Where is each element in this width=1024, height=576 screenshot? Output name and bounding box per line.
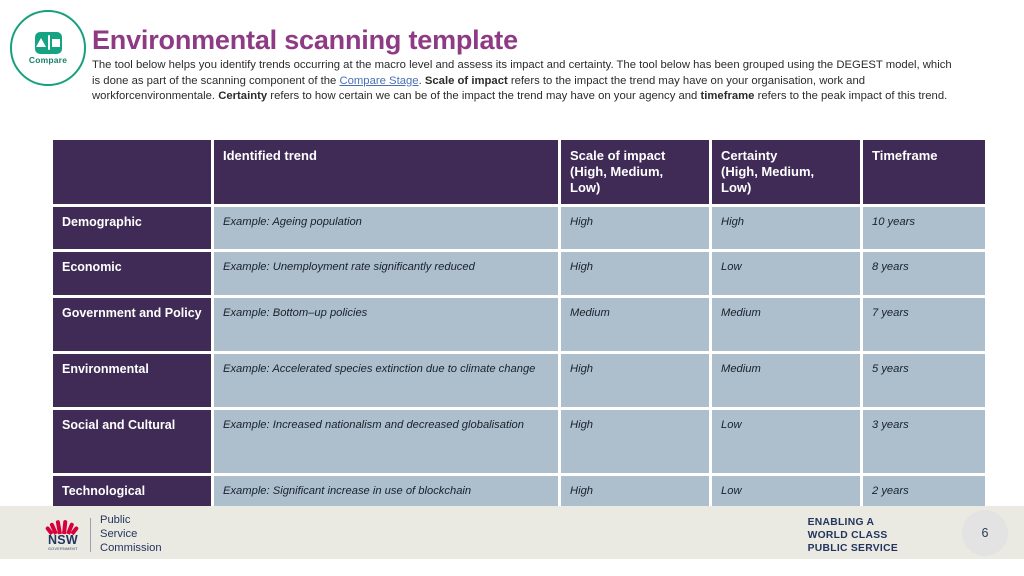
header-cell-category: [53, 140, 211, 204]
slide-header: Environmental scanning template The tool…: [92, 26, 972, 104]
row-identified-trend[interactable]: Example: Unemployment rate significantly…: [214, 251, 558, 295]
compare-balance-icon: [34, 31, 62, 54]
header-line-2: (High, Medium,: [721, 163, 815, 179]
row-certainty[interactable]: Medium: [712, 353, 860, 407]
row-category: Demographic: [53, 206, 211, 249]
tagline-line-2: WORLD CLASS: [807, 529, 888, 541]
row-scale-of-impact[interactable]: Medium: [561, 297, 709, 351]
page-number-badge: 6: [962, 510, 1008, 556]
row-identified-trend[interactable]: Example: Accelerated species extinction …: [214, 353, 558, 407]
vertical-bar-icon: [47, 35, 51, 51]
header-line-1: Scale of impact: [570, 148, 666, 163]
nsw-wordmark-block: NSW GOVERNMENT: [44, 518, 81, 552]
org-line-3: Commission: [100, 541, 162, 554]
logo-divider: [90, 517, 91, 552]
row-timeframe[interactable]: 8 years: [863, 251, 985, 295]
header-cell-identified-trend: Identified trend: [214, 140, 558, 204]
row-identified-trend[interactable]: Example: Ageing population: [214, 206, 558, 249]
row-scale-of-impact[interactable]: High: [561, 353, 709, 407]
row-certainty[interactable]: Medium: [712, 297, 860, 351]
environmental-scanning-table: Identified trend Scale of impact (High, …: [50, 137, 988, 531]
description-run-7: timeframe: [700, 90, 755, 103]
org-line-2: Service: [100, 527, 138, 540]
row-certainty[interactable]: High: [712, 206, 860, 249]
header-line-3: Low): [570, 179, 601, 195]
row-category: Government and Policy: [53, 297, 211, 351]
row-timeframe[interactable]: 7 years: [863, 297, 985, 351]
header-line-2: (High, Medium,: [570, 163, 664, 179]
page-title: Environmental scanning template: [92, 25, 518, 55]
row-scale-of-impact[interactable]: High: [561, 251, 709, 295]
table-row: Economic Example: Unemployment rate sign…: [53, 251, 985, 295]
row-scale-of-impact[interactable]: High: [561, 409, 709, 473]
slide-footer: NSW GOVERNMENT Public Service Commission…: [0, 506, 1024, 559]
tagline-line-3: PUBLIC SERVICE: [807, 542, 898, 554]
header-cell-scale-of-impact: Scale of impact (High, Medium, Low): [561, 140, 709, 204]
header-line-1: Certainty: [721, 148, 778, 163]
footer-tagline: ENABLING A WORLD CLASS PUBLIC SERVICE: [808, 517, 898, 556]
public-service-commission-label: Public Service Commission: [100, 514, 162, 556]
nsw-wordmark: NSW: [47, 532, 79, 547]
table-row: Environmental Example: Accelerated speci…: [53, 353, 985, 407]
row-identified-trend[interactable]: Example: Increased nationalism and decre…: [214, 409, 558, 473]
square-shape-icon: [52, 38, 61, 47]
description-run-6: refers to how certain we can be of the i…: [267, 90, 701, 103]
footer-bottom-strip: [0, 559, 1024, 576]
row-timeframe[interactable]: 3 years: [863, 409, 985, 473]
nsw-subtext: GOVERNMENT: [48, 547, 78, 552]
header-cell-timeframe: Timeframe: [863, 140, 985, 204]
table-header-row: Identified trend Scale of impact (High, …: [53, 140, 985, 204]
table-row: Demographic Example: Ageing population H…: [53, 206, 985, 249]
row-scale-of-impact[interactable]: High: [561, 206, 709, 249]
row-category: Environmental: [53, 353, 211, 407]
row-timeframe[interactable]: 10 years: [863, 206, 985, 249]
row-certainty[interactable]: Low: [712, 409, 860, 473]
waratah-icon: [44, 518, 80, 536]
nsw-government-logo: NSW GOVERNMENT Public Service Commission: [44, 514, 162, 556]
header-cell-certainty: Certainty (High, Medium, Low): [712, 140, 860, 204]
row-category: Economic: [53, 251, 211, 295]
compare-logo-badge: Compare: [10, 10, 86, 86]
row-category: Social and Cultural: [53, 409, 211, 473]
compare-logo-label: Compare: [28, 54, 68, 65]
description-run-5: Certainty: [218, 90, 268, 103]
triangle-shape-icon: [35, 38, 46, 48]
row-certainty[interactable]: Low: [712, 251, 860, 295]
header-line-3: Low): [721, 179, 752, 195]
slide-description: The tool below helps you identify trends…: [92, 58, 954, 104]
table-row: Social and Cultural Example: Increased n…: [53, 409, 985, 473]
description-run-3: Scale of impact: [424, 74, 508, 87]
table-body: Demographic Example: Ageing population H…: [53, 206, 985, 528]
description-run-8: refers to the peak impact of this trend.: [754, 90, 948, 103]
tagline-line-1: ENABLING A: [807, 517, 875, 528]
table-row: Government and Policy Example: Bottom–up…: [53, 297, 985, 351]
row-identified-trend[interactable]: Example: Bottom–up policies: [214, 297, 558, 351]
org-line-1: Public: [100, 514, 131, 526]
compare-stage-link[interactable]: Compare Stage: [339, 75, 418, 87]
slide-canvas: Compare Environmental scanning template …: [0, 0, 1024, 576]
row-timeframe[interactable]: 5 years: [863, 353, 985, 407]
